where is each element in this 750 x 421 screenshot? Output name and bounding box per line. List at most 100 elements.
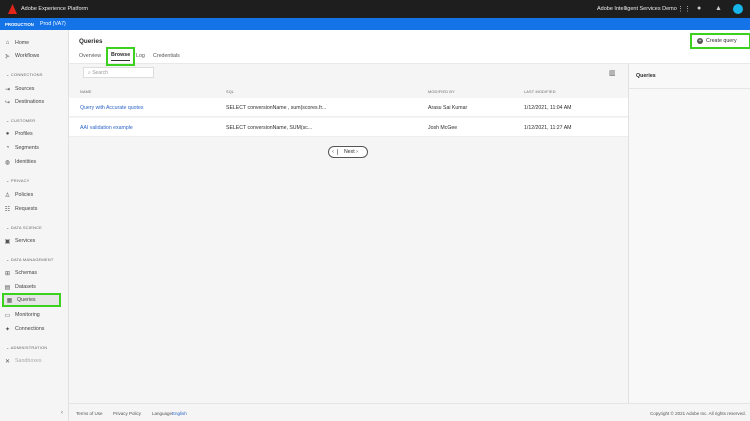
panel-title: Queries bbox=[636, 73, 656, 79]
privacy-link[interactable]: Privacy Policy bbox=[113, 411, 141, 416]
section-data-science[interactable]: DATA SCIENCE bbox=[6, 225, 42, 230]
tab-overview[interactable]: Overview bbox=[79, 53, 101, 59]
tab-log[interactable]: Log bbox=[136, 53, 145, 59]
modified-by-cell: Josh McGee bbox=[428, 125, 458, 131]
label: Policies bbox=[15, 192, 34, 198]
details-panel: Queries bbox=[628, 64, 750, 403]
org-switcher[interactable]: Adobe Intelligent Services Demo bbox=[597, 6, 677, 12]
tab-credentials[interactable]: Credentials bbox=[153, 53, 180, 59]
sidebar-item-destinations[interactable]: ↪ Destinations bbox=[4, 97, 44, 107]
destinations-icon: ↪ bbox=[4, 99, 11, 106]
column-header-modified-by[interactable]: MODIFIED BY bbox=[428, 90, 455, 94]
profile-icon: ● bbox=[5, 131, 10, 137]
top-bar: Adobe Experience Platform Adobe Intellig… bbox=[0, 0, 750, 18]
table-row[interactable]: AAI validation example SELECT conversion… bbox=[69, 118, 628, 137]
modified-by-cell: Arasu Sai Kumar bbox=[428, 105, 468, 111]
language-link[interactable]: English bbox=[172, 411, 187, 416]
label: Create query bbox=[706, 38, 737, 44]
table-row[interactable]: Query with Accurate quotes SELECT conver… bbox=[69, 98, 628, 117]
sandboxes-icon: ✕ bbox=[4, 358, 11, 365]
label: Profiles bbox=[15, 131, 33, 137]
label: Monitoring bbox=[15, 312, 40, 318]
datasets-icon: ▤ bbox=[4, 284, 11, 291]
sidebar-item-schemas[interactable]: ⊞ Schemas bbox=[4, 268, 37, 278]
sources-icon: ⇥ bbox=[4, 86, 11, 93]
section-data-management[interactable]: DATA MANAGEMENT bbox=[6, 257, 54, 262]
adobe-logo-icon[interactable] bbox=[8, 4, 17, 14]
sidebar-item-sources[interactable]: ⇥ Sources bbox=[4, 84, 34, 94]
schemas-icon: ⊞ bbox=[4, 270, 11, 277]
segments-icon: ◔ bbox=[5, 145, 10, 151]
identities-icon: ◍ bbox=[4, 159, 11, 166]
label: Connections bbox=[15, 326, 45, 332]
label: Queries bbox=[17, 297, 36, 303]
queries-icon: ▦ bbox=[6, 297, 13, 304]
section-customer[interactable]: CUSTOMER bbox=[6, 118, 35, 123]
search-placeholder: Search bbox=[92, 70, 109, 76]
label: Destinations bbox=[15, 99, 45, 105]
sandbox-switcher[interactable]: Prod (VA7) bbox=[40, 21, 66, 27]
sidebar-item-workflows[interactable]: ⊱ Workflows bbox=[4, 51, 39, 61]
main-content: Queries Overview Browse Log Credentials … bbox=[69, 30, 750, 403]
sidebar-item-identities[interactable]: ◍ Identities bbox=[4, 157, 36, 167]
sidebar-item-policies[interactable]: ♙ Policies bbox=[4, 190, 33, 200]
column-header-name[interactable]: NAME bbox=[80, 90, 92, 94]
label: Schemas bbox=[15, 270, 38, 276]
label: Requests bbox=[15, 206, 38, 212]
connections-icon: ✦ bbox=[4, 326, 11, 333]
home-icon: ⌂ bbox=[5, 40, 10, 46]
sidebar-item-requests[interactable]: ☷ Requests bbox=[4, 204, 38, 214]
tab-browse[interactable]: Browse bbox=[106, 47, 136, 66]
column-settings-icon[interactable]: ▥ bbox=[609, 69, 616, 77]
label: Segments bbox=[15, 145, 39, 151]
sidebar-item-segments[interactable]: ◔ Segments bbox=[4, 143, 39, 153]
environment-bar: PRODUCTION Prod (VA7) bbox=[0, 18, 750, 30]
sidebar-item-profiles[interactable]: ● Profiles bbox=[4, 129, 33, 139]
section-administration[interactable]: ADMINISTRATION bbox=[6, 345, 48, 350]
previous-page-button[interactable]: ‹ bbox=[329, 149, 338, 155]
divider bbox=[629, 88, 750, 89]
label: Identities bbox=[15, 159, 37, 165]
help-icon[interactable]: ● bbox=[697, 5, 701, 12]
sidebar: ⌂ Home ⊱ Workflows CONNECTIONS ⇥ Sources ↪ D… bbox=[0, 30, 69, 421]
collapse-sidebar-icon[interactable]: ‹ bbox=[61, 410, 63, 416]
sql-cell: SELECT conversionName , sum(scores.fr... bbox=[226, 105, 327, 111]
label: Services bbox=[15, 238, 36, 244]
next-page-button[interactable]: Next › bbox=[338, 149, 358, 155]
sql-cell: SELECT conversionName, SUM(sc... bbox=[226, 125, 313, 131]
sidebar-item-queries[interactable]: ▦ Queries bbox=[2, 293, 61, 307]
page-header: Queries Overview Browse Log Credentials … bbox=[69, 30, 750, 66]
sidebar-item-services[interactable]: ▣ Services bbox=[4, 236, 36, 246]
query-name-link[interactable]: AAI validation example bbox=[80, 125, 133, 131]
label: Sources bbox=[15, 86, 35, 92]
query-name-link[interactable]: Query with Accurate quotes bbox=[80, 105, 143, 111]
section-privacy[interactable]: PRIVACY bbox=[6, 178, 30, 183]
label: Home bbox=[15, 40, 30, 46]
sidebar-item-datasets[interactable]: ▤ Datasets bbox=[4, 282, 36, 292]
footer: Terms of Use Privacy Policy Language: En… bbox=[69, 403, 750, 421]
avatar[interactable] bbox=[733, 4, 743, 14]
monitoring-icon: ▭ bbox=[4, 312, 11, 319]
label: Datasets bbox=[15, 284, 36, 290]
sidebar-item-sandboxes[interactable]: ✕ Sandboxes bbox=[4, 356, 42, 366]
sidebar-item-monitoring[interactable]: ▭ Monitoring bbox=[4, 310, 40, 320]
label: Workflows bbox=[15, 53, 40, 59]
environment-label: PRODUCTION bbox=[5, 21, 34, 27]
column-header-sql: SQL bbox=[226, 90, 235, 94]
sidebar-item-home[interactable]: ⌂ Home bbox=[4, 38, 29, 48]
copyright: Copyright © 2021 Adobe Inc. All rights r… bbox=[650, 411, 746, 416]
apps-grid-icon[interactable]: ⋮⋮ bbox=[677, 5, 691, 13]
bell-icon[interactable]: ▲ bbox=[715, 5, 722, 12]
column-header-last-modified[interactable]: LAST MODIFIED bbox=[524, 90, 556, 94]
sidebar-item-connections[interactable]: ✦ Connections bbox=[4, 324, 44, 334]
requests-icon: ☷ bbox=[4, 206, 11, 213]
create-query-button[interactable]: + Create query bbox=[690, 33, 750, 49]
services-icon: ▣ bbox=[4, 238, 11, 245]
pagination: ‹ Next › bbox=[328, 146, 368, 158]
app-title[interactable]: Adobe Experience Platform bbox=[21, 6, 88, 12]
search-input[interactable]: ⌕ Search bbox=[83, 67, 154, 78]
section-connections[interactable]: CONNECTIONS bbox=[6, 72, 43, 77]
terms-link[interactable]: Terms of Use bbox=[76, 411, 103, 416]
label: Sandboxes bbox=[15, 358, 42, 364]
workflows-icon: ⊱ bbox=[4, 53, 11, 60]
